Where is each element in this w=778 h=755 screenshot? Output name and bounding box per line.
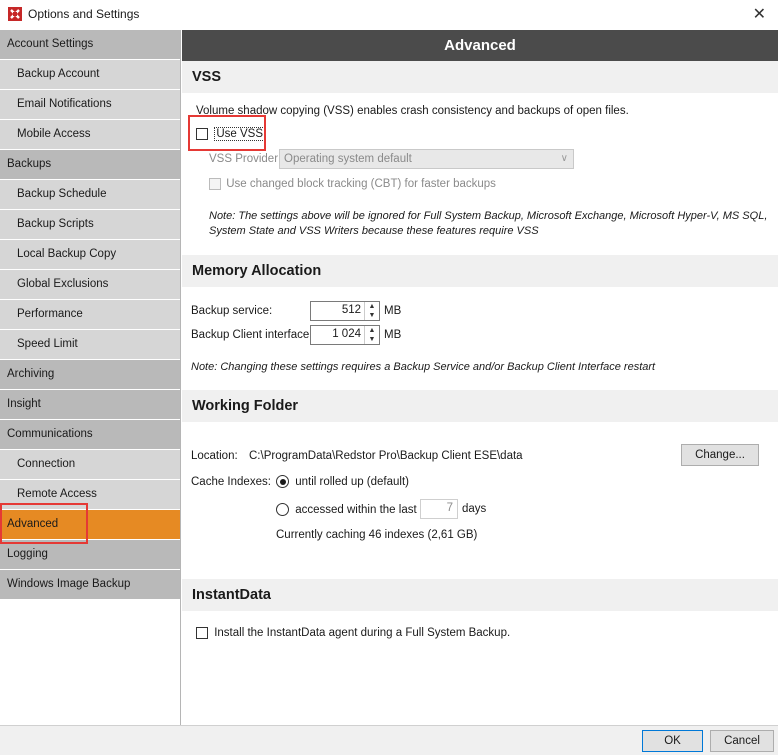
radio-until-rolled-up-label: until rolled up (default) — [295, 475, 409, 488]
section-vss: Volume shadow copying (VSS) enables cras… — [182, 93, 778, 255]
title-bar: Options and Settings ✕ — [0, 0, 778, 30]
change-button[interactable]: Change... — [681, 444, 759, 466]
sidebar-item-insight[interactable]: Insight — [0, 390, 180, 419]
memory-note: Note: Changing these settings requires a… — [191, 361, 656, 373]
cache-indexes-label: Cache Indexes: — [191, 476, 271, 488]
page-title: Advanced — [182, 30, 778, 61]
sidebar-item-logging[interactable]: Logging — [0, 540, 180, 569]
vss-description: Volume shadow copying (VSS) enables cras… — [196, 105, 629, 117]
spin-arrows-icon[interactable]: ▲ ▼ — [364, 326, 379, 344]
vss-provider-label: VSS Provider: — [209, 153, 282, 165]
use-vss-checkbox-box[interactable] — [196, 127, 208, 140]
client-interface-label: Backup Client interface: — [191, 329, 313, 341]
sidebar-item-remote-access[interactable]: Remote Access — [0, 480, 180, 509]
use-vss-label: Use VSS — [214, 127, 266, 141]
radio-button[interactable] — [276, 503, 289, 516]
close-icon[interactable]: ✕ — [753, 4, 766, 24]
redstor-logo-icon — [8, 7, 22, 21]
cancel-button[interactable]: Cancel — [710, 730, 774, 752]
instantdata-checkbox-box[interactable] — [196, 627, 208, 639]
radio-until-rolled-up[interactable]: until rolled up (default) — [276, 475, 409, 488]
client-interface-stepper[interactable]: 1 024 ▲ ▼ — [310, 325, 380, 345]
client-interface-unit: MB — [384, 329, 402, 341]
sidebar-item-backups[interactable]: Backups — [0, 150, 180, 179]
sidebar-item-local-backup-copy[interactable]: Local Backup Copy — [0, 240, 180, 269]
sidebar-item-advanced[interactable]: Advanced — [0, 510, 180, 539]
vss-note-line2: System State and VSS Writers because the… — [209, 225, 539, 237]
backup-service-unit: MB — [384, 305, 402, 317]
section-heading-memory: Memory Allocation — [182, 255, 778, 287]
radio-button-selected[interactable] — [276, 475, 289, 488]
instantdata-checkbox[interactable]: Install the InstantData agent during a F… — [196, 627, 510, 639]
sidebar-item-windows-image-backup[interactable]: Windows Image Backup — [0, 570, 180, 599]
cbt-checkbox-box[interactable] — [209, 178, 221, 190]
client-interface-value: 1 024 — [332, 328, 361, 340]
sidebar-item-email-notifications[interactable]: Email Notifications — [0, 90, 180, 119]
sidebar-item-communications[interactable]: Communications — [0, 420, 180, 449]
vss-provider-value: Operating system default — [284, 153, 412, 165]
spin-arrows-icon[interactable]: ▲ ▼ — [364, 302, 379, 320]
sidebar-item-archiving[interactable]: Archiving — [0, 360, 180, 389]
days-input[interactable]: 7 — [420, 499, 458, 519]
backup-service-stepper[interactable]: 512 ▲ ▼ — [310, 301, 380, 321]
section-instantdata: Install the InstantData agent during a F… — [182, 611, 778, 725]
days-value: 7 — [446, 502, 453, 514]
backup-service-value: 512 — [341, 304, 361, 316]
sidebar-item-mobile-access[interactable]: Mobile Access — [0, 120, 180, 149]
sidebar-item-backup-account[interactable]: Backup Account — [0, 60, 180, 89]
location-label: Location: — [191, 450, 238, 462]
vss-note-line1: Note: The settings above will be ignored… — [209, 210, 768, 222]
cbt-checkbox[interactable]: Use changed block tracking (CBT) for fas… — [209, 178, 496, 190]
ok-button[interactable]: OK — [642, 730, 703, 752]
section-heading-working-folder: Working Folder — [182, 390, 778, 422]
sidebar-item-account-settings[interactable]: Account Settings — [0, 30, 180, 59]
sidebar-item-backup-schedule[interactable]: Backup Schedule — [0, 180, 180, 209]
cbt-label: Use changed block tracking (CBT) for fas… — [226, 178, 496, 191]
days-unit: days — [462, 503, 487, 515]
dialog-footer: OK Cancel — [0, 725, 778, 755]
sidebar-item-performance[interactable]: Performance — [0, 300, 180, 329]
section-heading-vss: VSS — [182, 61, 778, 93]
sidebar-item-connection[interactable]: Connection — [0, 450, 180, 479]
sidebar-item-speed-limit[interactable]: Speed Limit — [0, 330, 180, 359]
vss-provider-select[interactable]: Operating system default ∨ — [279, 149, 574, 169]
location-value: C:\ProgramData\Redstor Pro\Backup Client… — [249, 450, 523, 462]
use-vss-checkbox[interactable]: Use VSS — [196, 126, 266, 141]
section-memory: Backup service: 512 ▲ ▼ MB Backup Client … — [182, 287, 778, 397]
section-heading-instantdata: InstantData — [182, 579, 778, 611]
sidebar-item-global-exclusions[interactable]: Global Exclusions — [0, 270, 180, 299]
window-title: Options and Settings — [28, 7, 140, 21]
sidebar: Account Settings Backup Account Email No… — [0, 30, 181, 725]
caching-status: Currently caching 46 indexes (2,61 GB) — [276, 529, 478, 541]
chevron-down-icon: ∨ — [560, 153, 568, 164]
content-panel: Advanced VSS Volume shadow copying (VSS)… — [182, 30, 778, 725]
radio-accessed-within[interactable]: accessed within the last — [276, 503, 417, 516]
instantdata-label: Install the InstantData agent during a F… — [214, 627, 511, 640]
backup-service-label: Backup service: — [191, 305, 273, 317]
section-working-folder: Location: C:\ProgramData\Redstor Pro\Bac… — [182, 422, 778, 572]
sidebar-item-backup-scripts[interactable]: Backup Scripts — [0, 210, 180, 239]
radio-accessed-within-label: accessed within the last — [295, 503, 417, 516]
